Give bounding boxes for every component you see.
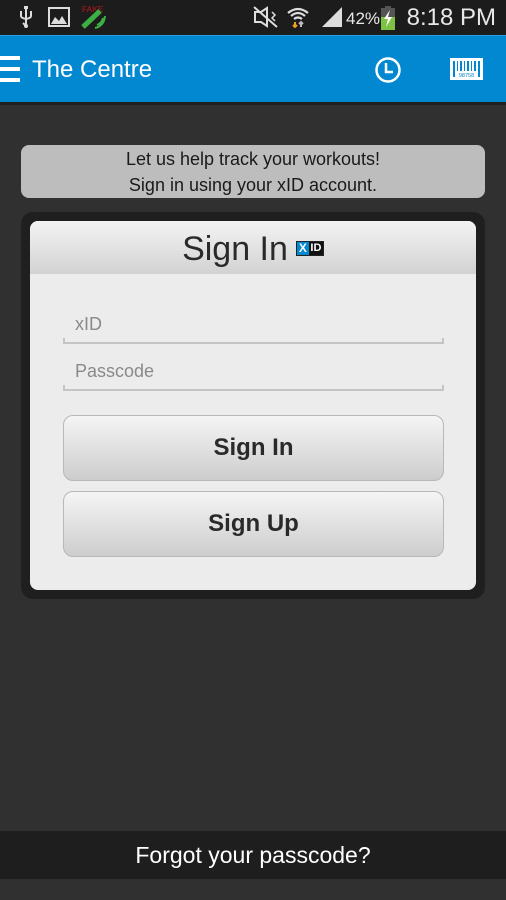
passcode-input[interactable] xyxy=(63,355,444,387)
xid-field xyxy=(63,308,444,344)
xid-logo-id: ID xyxy=(310,242,322,254)
banner-line-2: Sign in using your xID account. xyxy=(128,175,378,195)
wifi-icon xyxy=(287,7,309,28)
battery-percent: 42% xyxy=(346,9,381,28)
hamburger-menu-icon[interactable] xyxy=(0,56,20,82)
sign-in-button[interactable]: Sign In xyxy=(63,415,444,481)
fake-gps-icon: FAKE xyxy=(81,5,106,29)
sign-up-button[interactable]: Sign Up xyxy=(63,491,444,557)
banner-line-1: Let us help track your workouts! xyxy=(125,149,381,169)
status-bar: FAKE 42% 8:18 PM xyxy=(0,0,506,35)
xid-logo-icon: X ID xyxy=(295,241,324,256)
clock-icon[interactable] xyxy=(374,56,402,84)
action-bar: The Centre 98758 xyxy=(0,35,506,102)
card-title: Sign In xyxy=(182,230,288,268)
mute-icon xyxy=(253,6,278,28)
gallery-icon xyxy=(48,7,70,27)
info-banner: Let us help track your workouts! Sign in… xyxy=(21,145,485,198)
usb-icon xyxy=(20,6,32,28)
app-title: The Centre xyxy=(32,56,153,83)
status-time: 8:18 PM xyxy=(406,4,496,31)
barcode-icon[interactable]: 98758 xyxy=(450,58,483,80)
sign-in-card: Sign In XID Sign In Sign Up xyxy=(30,221,476,590)
passcode-underline xyxy=(63,385,444,391)
signal-icon xyxy=(322,7,342,27)
xid-underline xyxy=(63,338,444,344)
xid-input[interactable] xyxy=(63,308,444,340)
forgot-passcode-link[interactable]: Forgot your passcode? xyxy=(0,831,506,879)
action-bar-shadow xyxy=(0,102,506,105)
card-header: Sign In X ID xyxy=(30,221,476,274)
passcode-field xyxy=(63,355,444,391)
battery-charging-icon xyxy=(381,6,395,30)
svg-text:98758: 98758 xyxy=(459,73,474,79)
sign-in-card-frame: Sign In XID Sign In Sign Up xyxy=(21,212,485,599)
xid-logo-x: X xyxy=(296,241,309,255)
